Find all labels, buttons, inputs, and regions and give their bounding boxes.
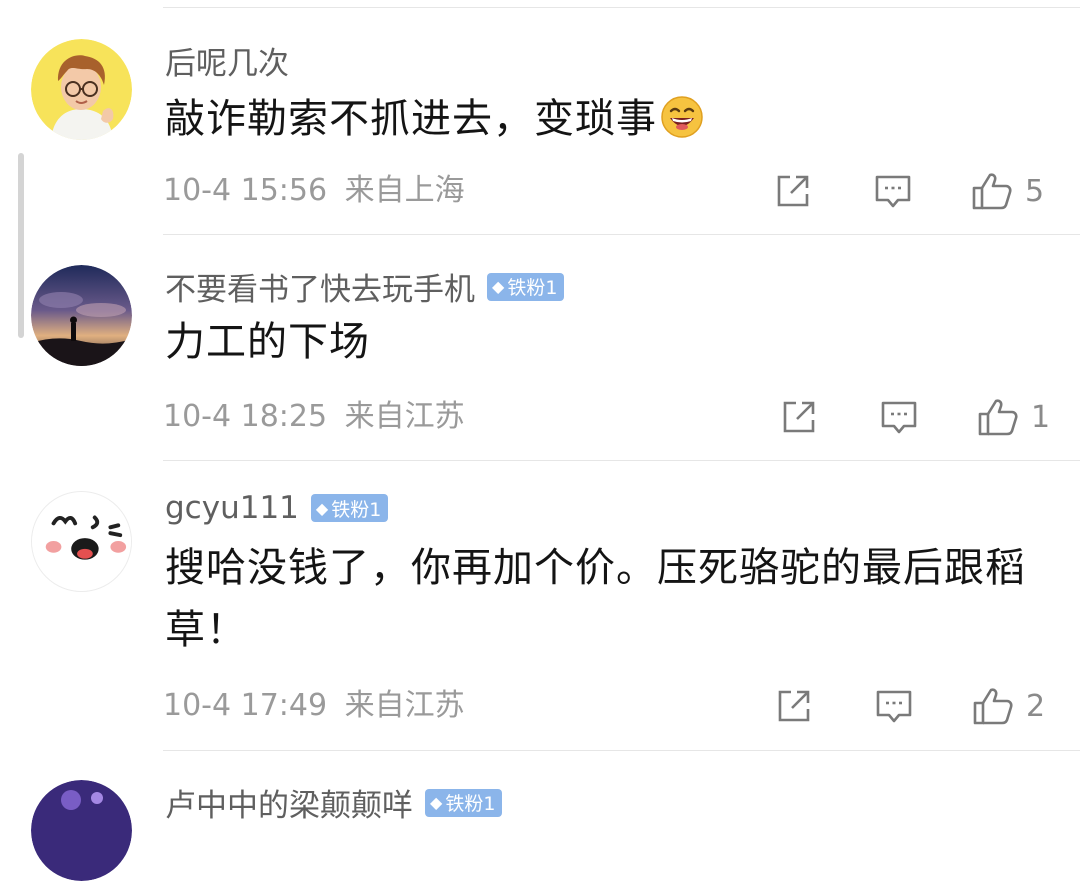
share-button[interactable] — [774, 171, 812, 211]
scrollbar[interactable] — [18, 153, 24, 338]
like-count: 5 — [1025, 173, 1045, 209]
share-button[interactable] — [780, 397, 818, 437]
comment-header: 卢中中的梁颠颠咩 ◆ 铁粉1 — [165, 780, 503, 825]
fan-badge-label: 铁粉1 — [331, 498, 382, 521]
divider — [163, 460, 1080, 461]
comment-text-content: 敲诈勒索不抓进去，变琐事 — [165, 96, 657, 142]
comment-footer: 10-4 17:49 来自江苏 2 — [163, 686, 1053, 726]
share-button[interactable] — [775, 686, 813, 726]
avatar[interactable] — [31, 491, 132, 592]
comment-location: 来自上海 — [344, 173, 465, 208]
diamond-icon: ◆ — [315, 498, 329, 518]
thumbs-up-icon — [972, 173, 1012, 210]
divider — [163, 750, 1080, 751]
fan-badge-label: 铁粉1 — [507, 277, 558, 299]
comment-header: 不要看书了快去玩手机 ◆ 铁粉1 — [165, 264, 565, 309]
fan-badge: ◆ 铁粉1 — [310, 494, 389, 522]
comment-icon — [876, 690, 912, 723]
divider — [163, 234, 1080, 235]
comment-text: 敲诈勒索不抓进去，变琐事 — [165, 88, 1055, 156]
comment-date: 10-4 17:49 — [163, 688, 328, 723]
share-icon — [778, 690, 810, 722]
like-button[interactable]: 1 — [977, 397, 1050, 437]
comment-text: 力工的下场 — [165, 319, 370, 365]
comment-text: 搜哈没钱了，你再加个价。压死骆驼的最后跟稻草！ — [165, 545, 1026, 653]
comment-meta: 10-4 17:49 来自江苏 — [163, 686, 465, 726]
fan-badge: ◆ 铁粉1 — [487, 272, 565, 301]
thumbs-up-icon — [978, 399, 1018, 436]
like-button[interactable]: 5 — [971, 171, 1044, 211]
like-count: 1 — [1031, 399, 1051, 435]
username[interactable]: 不要看书了快去玩手机 — [165, 264, 475, 309]
comment-icon — [875, 175, 911, 208]
comment-location: 来自江苏 — [344, 399, 465, 434]
comment-meta: 10-4 18:25 来自江苏 — [163, 397, 465, 437]
comment-header: gcyu111 ◆ 铁粉1 — [165, 490, 389, 526]
diamond-icon: ◆ — [492, 277, 505, 296]
comment-footer: 10-4 15:56 来自上海 5 — [163, 171, 1053, 211]
comment-meta: 10-4 15:56 来自上海 — [163, 171, 465, 211]
avatar[interactable] — [31, 265, 132, 366]
username[interactable]: 卢中中的梁颠颠咩 — [165, 780, 413, 825]
like-count: 2 — [1026, 688, 1046, 724]
comment-location: 来自江苏 — [344, 688, 465, 723]
fan-badge: ◆ 铁粉1 — [425, 788, 503, 817]
divider — [163, 7, 1080, 8]
reply-button[interactable] — [880, 397, 918, 437]
reply-button[interactable] — [875, 686, 913, 726]
avatar[interactable] — [31, 39, 132, 140]
share-icon — [777, 175, 809, 207]
thumbs-up-icon — [973, 688, 1013, 725]
diamond-icon: ◆ — [430, 793, 443, 812]
comment-date: 10-4 18:25 — [163, 399, 328, 434]
username[interactable]: gcyu111 — [165, 490, 299, 526]
reply-button[interactable] — [874, 171, 912, 211]
grinning-face-icon — [661, 94, 703, 156]
avatar[interactable] — [31, 780, 132, 881]
fan-badge-label: 铁粉1 — [445, 793, 496, 815]
like-button[interactable]: 2 — [972, 686, 1045, 726]
comment-icon — [881, 401, 917, 434]
comment-date: 10-4 15:56 — [163, 173, 328, 208]
comment-header: 后呢几次 — [165, 38, 289, 83]
username[interactable]: 后呢几次 — [165, 38, 289, 83]
share-icon — [783, 401, 815, 433]
comment-footer: 10-4 18:25 来自江苏 1 — [163, 397, 1053, 437]
